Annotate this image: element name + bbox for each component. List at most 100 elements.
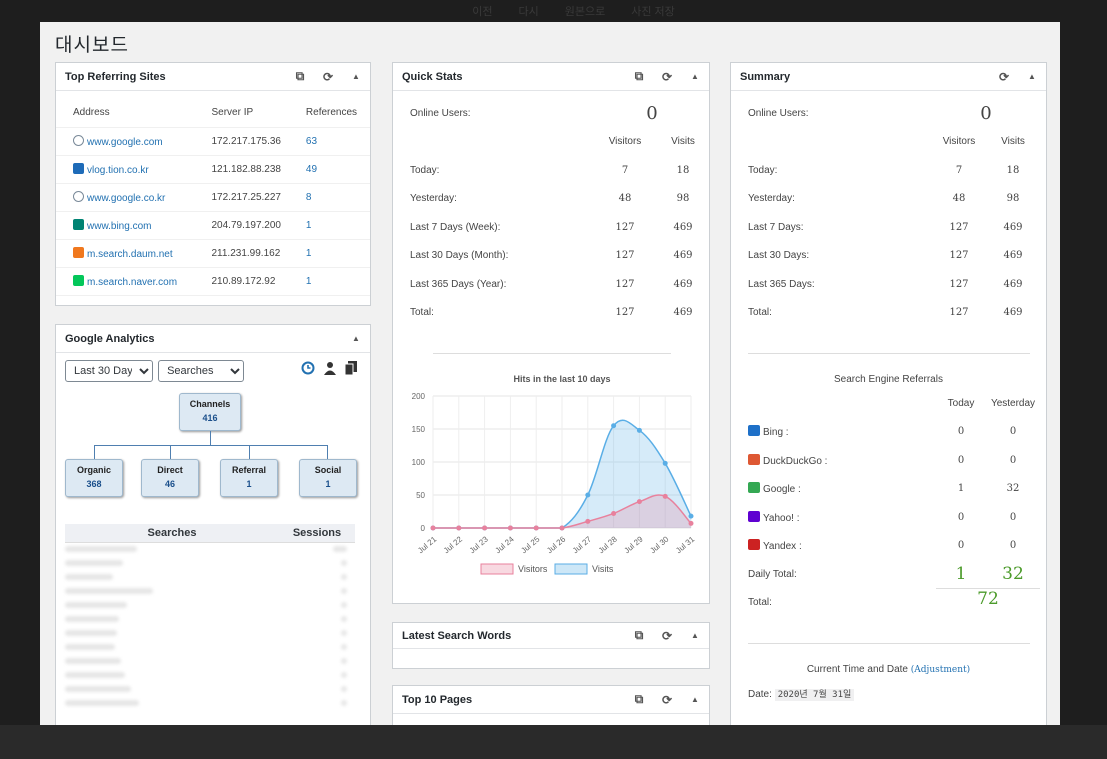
blurred-search-term [65,626,279,640]
server-ip-cell: 211.231.99.162 [203,239,298,268]
engine-yesterday: 0 [1009,511,1017,523]
widget-header: Top Referring Sites ⧉ ⟳ ▲ [56,63,370,91]
external-link-icon[interactable]: ⧉ [634,628,644,643]
social-node[interactable]: Social 1 [299,459,357,497]
visitors-value: 48 [952,193,966,205]
collapse-toggle-icon[interactable]: ▲ [690,72,700,81]
visitors-value: 7 [621,164,629,176]
searches-table: Searches Sessions [65,524,355,710]
blurred-text [65,672,125,678]
collapse-toggle-icon[interactable]: ▲ [690,631,700,640]
external-link-icon[interactable]: ⧉ [634,69,644,84]
y-tick-label: 0 [421,524,426,533]
summary-widget: Summary ⟳ ▲ Online Users: 0 Visitors Vis… [730,62,1047,725]
node-label: Direct [157,465,183,475]
external-link-icon[interactable]: ⧉ [295,69,305,84]
visits-value: 469 [673,250,693,262]
save-photo-button[interactable]: 사진 저장 [631,3,675,22]
references-link[interactable]: 1 [306,220,312,231]
refresh-icon[interactable]: ⟳ [662,693,672,707]
blurred-text [341,672,347,678]
blurred-search-term [65,556,279,570]
blurred-session-count [279,626,355,640]
original-button[interactable]: 원본으로 [565,3,605,22]
blurred-text [341,588,347,594]
visits-header: Visits [671,136,695,148]
blurred-search-term [65,584,279,598]
references-link[interactable]: 1 [306,276,312,287]
visits-value: 98 [676,193,690,205]
widget-header: Summary ⟳ ▲ [731,63,1046,91]
referrer-link[interactable]: m.search.naver.com [87,277,177,288]
redo-button[interactable]: 다시 [518,3,538,22]
total-value: 72 [977,589,999,609]
data-point-visitors [559,525,565,531]
search-engine-logo-icon [748,425,760,437]
previous-button[interactable]: 이전 [472,3,492,22]
adjustment-link[interactable]: (Adjustment) [911,665,970,675]
refresh-icon[interactable]: ⟳ [999,70,1009,84]
engine-yesterday: 0 [1009,426,1017,438]
widget-title: Google Analytics [65,332,155,345]
blurred-text [341,616,347,622]
visitors-value: 127 [615,307,635,319]
copy-icon[interactable] [345,361,357,375]
refresh-icon[interactable]: ⟳ [323,70,333,84]
table-row [65,682,355,696]
collapse-toggle-icon[interactable]: ▲ [351,334,361,343]
referral-node[interactable]: Referral 1 [220,459,278,497]
divider [748,353,1030,354]
widget-title: Summary [740,70,791,83]
referrer-link[interactable]: www.bing.com [87,221,151,232]
date-label: Date: [748,689,772,700]
latest-search-words-widget: Latest Search Words ⧉ ⟳ ▲ [392,622,710,669]
blurred-text [65,616,119,622]
collapse-toggle-icon[interactable]: ▲ [351,72,361,81]
references-link[interactable]: 63 [306,136,317,147]
referrer-link[interactable]: www.google.com [87,137,163,148]
external-link-icon[interactable]: ⧉ [634,692,644,707]
channels-node[interactable]: Channels 416 [179,393,241,431]
collapse-toggle-icon[interactable]: ▲ [690,695,700,704]
engine-yesterday: 0 [1009,540,1017,552]
column-header-row: Today Yesterday [748,389,1040,418]
visitors-value: 7 [955,164,963,176]
collapse-toggle-icon[interactable]: ▲ [1027,72,1037,81]
globe-icon [73,134,84,146]
blurred-text [65,602,127,608]
row-label: Last 7 Days (Week): [410,221,501,233]
date-range-select[interactable]: Last 30 Days [65,360,153,382]
blurred-text [341,658,347,664]
online-users-row: Online Users: 0 [410,99,710,128]
connector-line [170,445,171,459]
referrer-link[interactable]: vlog.tion.co.kr [87,165,149,176]
organic-node[interactable]: Organic 368 [65,459,123,497]
total-row: Total: 72 [748,589,1040,618]
legend-label-visits: Visits [592,564,614,574]
references-link[interactable]: 49 [306,164,317,175]
references-link[interactable]: 8 [306,192,312,203]
engine-cell: Yandex : [748,532,936,561]
visits-value: 469 [673,221,693,233]
node-label: Organic [76,465,111,475]
refresh-icon[interactable]: ⟳ [662,629,672,643]
engine-today: 0 [957,426,965,438]
x-tick-label: Jul 28 [597,534,620,555]
report-type-select[interactable]: Searches [158,360,245,382]
user-icon[interactable] [323,361,337,375]
engine-cell: Bing : [748,418,936,447]
clock-icon[interactable] [301,361,315,375]
blurred-text [65,658,121,664]
refresh-icon[interactable]: ⟳ [662,70,672,84]
widget-title: Latest Search Words [402,629,512,642]
summary-stats-table: Online Users: 0 Visitors Visits Today: 7 1… [748,99,1040,327]
connector-line [249,445,250,459]
references-link[interactable]: 1 [306,248,312,259]
search-engine-row: Google : 1 32 [748,475,1040,504]
referrer-link[interactable]: m.search.daum.net [87,249,173,260]
referrer-link[interactable]: www.google.co.kr [87,193,165,204]
blurred-text [65,644,115,650]
engine-today: 0 [957,454,965,466]
direct-node[interactable]: Direct 46 [141,459,199,497]
blurred-text [341,644,347,650]
